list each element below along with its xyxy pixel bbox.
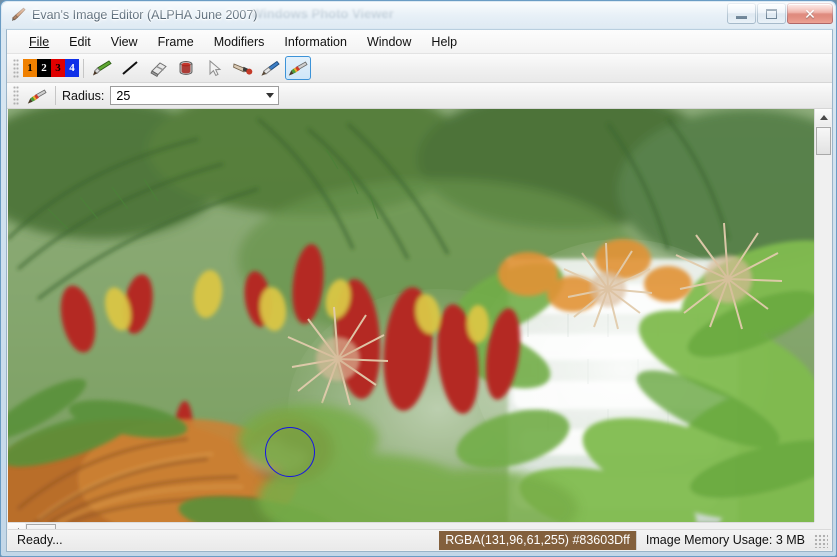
toolbar-grip-icon[interactable]: [13, 58, 20, 78]
paintbrush-icon: [93, 60, 112, 76]
menu-help[interactable]: Help: [421, 30, 467, 54]
paintbrush-tool-button[interactable]: [89, 56, 115, 80]
smudge-icon: [233, 63, 253, 75]
options-toolbar: Radius: 25: [7, 83, 832, 109]
background-window-title: Windows Photo Viewer: [251, 6, 394, 21]
color-swatches: 1 2 3 4: [23, 59, 79, 77]
menu-frame[interactable]: Frame: [148, 30, 204, 54]
menu-modifiers[interactable]: Modifiers: [204, 30, 275, 54]
status-message: Ready...: [17, 533, 63, 547]
paintbrush-icon: [10, 6, 27, 23]
application-window: Windows Photo Viewer Evan's Image Editor…: [0, 0, 837, 557]
status-bar: Ready... RGBA(131,96,61,255) #83603Dff I…: [8, 529, 831, 550]
smudge-tool-button[interactable]: [229, 56, 255, 80]
blend-brush-tool-button[interactable]: [285, 56, 311, 80]
color-swatch-1[interactable]: 1: [23, 59, 37, 77]
title-bar[interactable]: Windows Photo Viewer Evan's Image Editor…: [1, 1, 837, 29]
line-icon: [122, 61, 138, 75]
image-canvas[interactable]: [8, 109, 814, 523]
maximize-button[interactable]: [757, 3, 786, 24]
window-title: Evan's Image Editor (ALPHA June 2007): [32, 8, 258, 22]
vertical-scroll-thumb[interactable]: [816, 127, 831, 155]
vertical-scrollbar[interactable]: [814, 109, 831, 523]
menu-window[interactable]: Window: [357, 30, 421, 54]
color-swatch-3-label: 3: [55, 62, 61, 74]
window-controls: ✕: [727, 3, 833, 25]
menu-edit[interactable]: Edit: [59, 30, 101, 54]
color-swatch-1-label: 1: [27, 62, 33, 74]
paint-bucket-icon: [179, 61, 193, 75]
close-icon: ✕: [804, 5, 816, 22]
color-swatch-3[interactable]: 3: [51, 59, 65, 77]
canvas-host: [8, 109, 831, 539]
chevron-up-icon: [819, 115, 828, 120]
color-swatch-4[interactable]: 4: [65, 59, 79, 77]
color-swatch-4-label: 4: [69, 62, 75, 74]
menu-bar: File Edit View Frame Modifiers Informati…: [7, 30, 832, 54]
close-button[interactable]: ✕: [787, 3, 833, 24]
tools-toolbar: 1 2 3 4: [7, 54, 832, 83]
color-readout-panel: RGBA(131,96,61,255) #83603Dff: [439, 530, 636, 550]
cursor-arrow-icon: [209, 59, 222, 77]
ink-brush-icon: [261, 60, 280, 76]
edited-photo[interactable]: [8, 109, 814, 523]
client-area: File Edit View Frame Modifiers Informati…: [6, 29, 833, 552]
paint-bucket-tool-button[interactable]: [173, 56, 199, 80]
toolbar-separator: [83, 58, 84, 78]
chevron-down-icon[interactable]: [266, 93, 275, 98]
memory-usage-label: Image Memory Usage: 3 MB: [635, 530, 814, 550]
blend-brush-icon: [27, 88, 47, 104]
color-swatch-2-label: 2: [41, 62, 47, 74]
blend-brush-icon: [288, 61, 308, 76]
eraser-icon: [150, 62, 167, 78]
radius-label: Radius:: [62, 88, 105, 103]
minimize-button[interactable]: [727, 3, 756, 24]
menu-file-label: File: [29, 34, 50, 49]
menu-information[interactable]: Information: [274, 30, 357, 54]
line-tool-button[interactable]: [117, 56, 143, 80]
resize-grip-icon[interactable]: [814, 534, 828, 548]
menu-file[interactable]: File: [19, 30, 59, 54]
select-cursor-tool-button[interactable]: [201, 56, 227, 80]
maximize-icon: [766, 8, 777, 19]
radius-combobox[interactable]: 25: [110, 86, 280, 105]
color-swatch-2[interactable]: 2: [37, 59, 51, 77]
radius-value: 25: [116, 88, 131, 103]
active-tool-indicator: [24, 84, 50, 108]
scroll-up-button[interactable]: [815, 109, 831, 126]
menu-view[interactable]: View: [101, 30, 148, 54]
ink-tool-button[interactable]: [257, 56, 283, 80]
options-separator: [55, 86, 56, 105]
minimize-icon: [736, 15, 747, 19]
eraser-tool-button[interactable]: [145, 56, 171, 80]
options-toolbar-grip-icon[interactable]: [13, 86, 20, 105]
